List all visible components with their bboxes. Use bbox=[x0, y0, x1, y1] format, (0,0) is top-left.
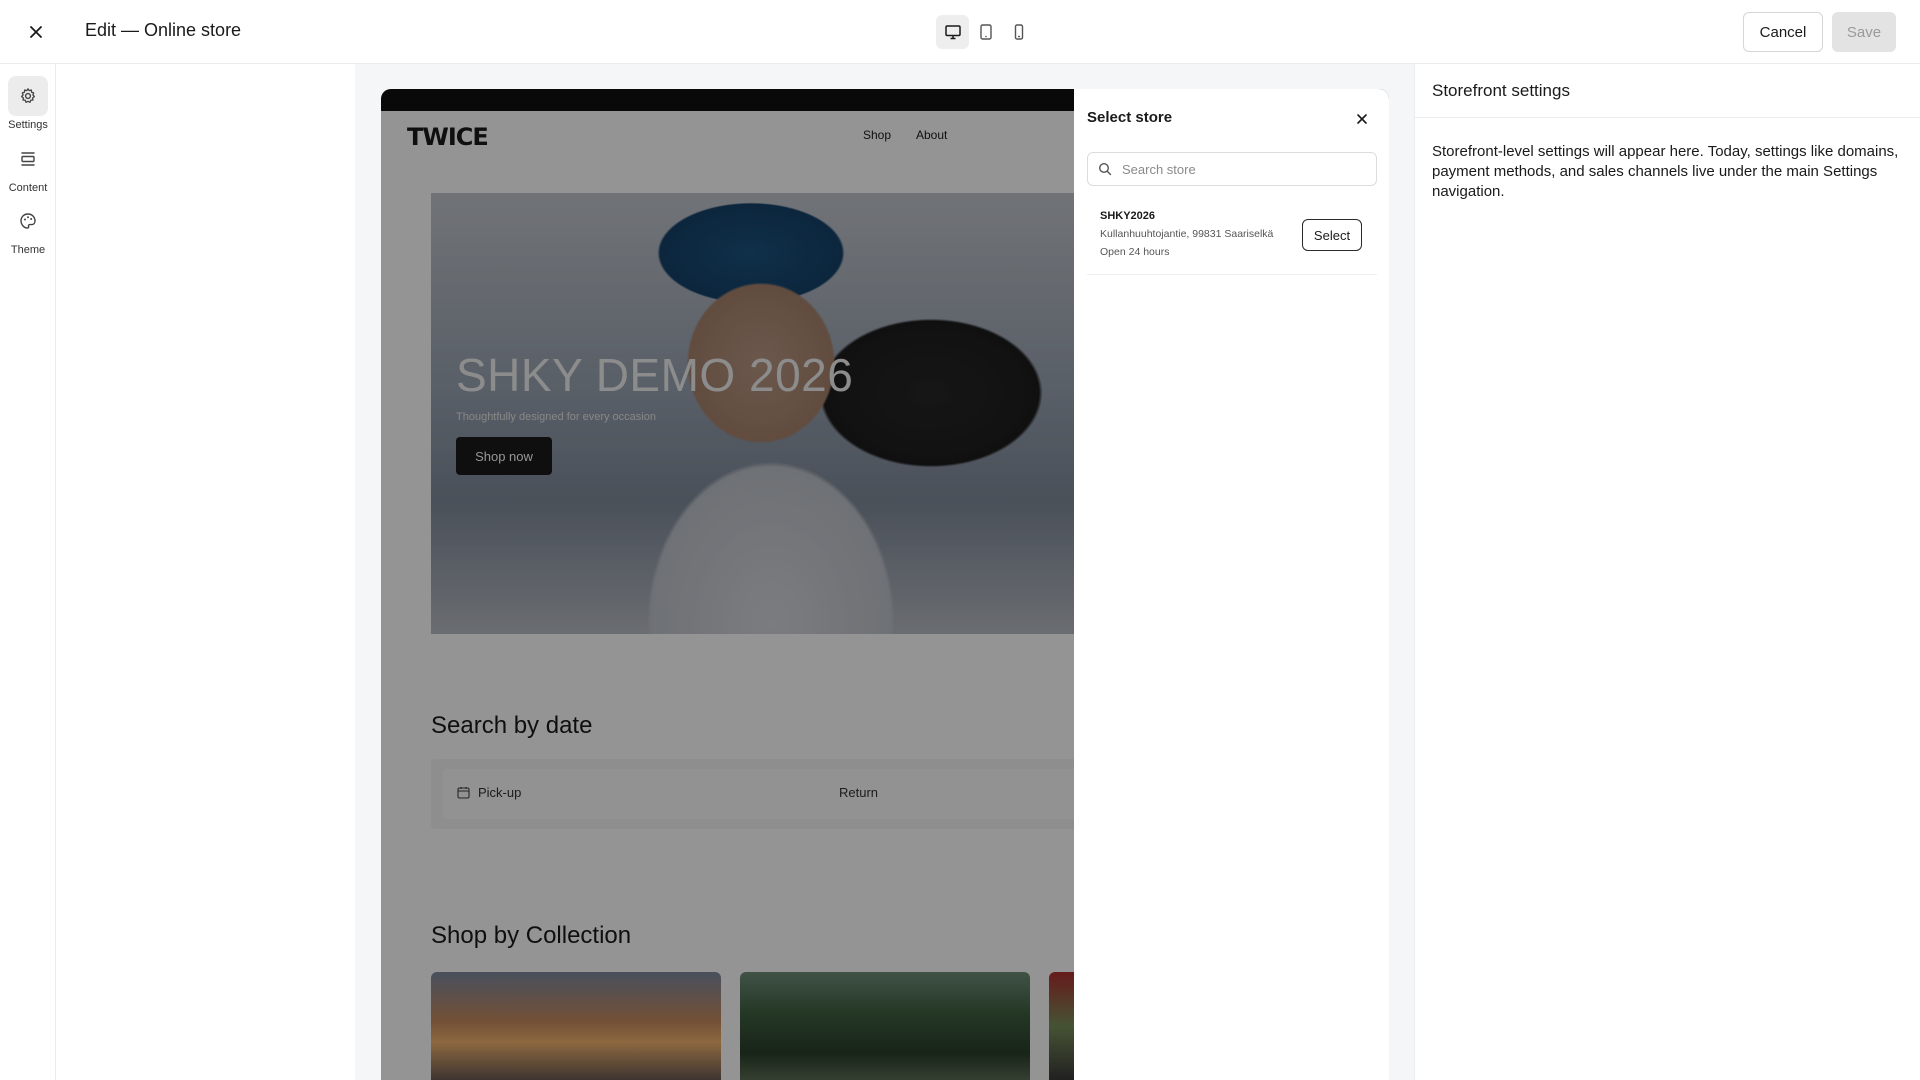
left-sidebar: Settings Content Theme bbox=[0, 64, 56, 1080]
device-switcher bbox=[936, 15, 1035, 49]
tablet-view-button[interactable] bbox=[969, 15, 1002, 49]
panel-description: Storefront-level settings will appear he… bbox=[1432, 143, 1899, 200]
mobile-icon bbox=[1014, 24, 1023, 40]
search-store-input[interactable] bbox=[1120, 154, 1370, 184]
store-list-item[interactable]: SHKY2026 Kullanhuuhtojantie, 99831 Saari… bbox=[1087, 201, 1377, 275]
search-store-box bbox=[1087, 152, 1377, 186]
sidebar-icon-wrap bbox=[8, 76, 48, 116]
search-icon bbox=[1098, 162, 1112, 176]
settings-panel: Storefront settings Storefront-level set… bbox=[1414, 64, 1920, 1080]
desktop-view-button[interactable] bbox=[936, 15, 969, 49]
panel-title: Storefront settings bbox=[1432, 81, 1570, 100]
desktop-icon bbox=[944, 25, 961, 40]
sidebar-icon-wrap bbox=[8, 201, 48, 241]
page-title: Edit — Online store bbox=[85, 20, 242, 40]
mobile-view-button[interactable] bbox=[1002, 15, 1035, 49]
close-icon bbox=[30, 26, 42, 38]
gear-icon bbox=[20, 88, 36, 103]
close-editor-button[interactable] bbox=[22, 18, 50, 46]
sidebar-item-label: Theme bbox=[10, 244, 46, 256]
store-address: Kullanhuuhtojantie, 99831 Saariselkä bbox=[1100, 228, 1274, 240]
sections-icon bbox=[21, 152, 35, 166]
sidebar-item-label: Content bbox=[8, 182, 48, 194]
modal-backdrop[interactable] bbox=[381, 89, 1074, 1080]
store-name: SHKY2026 bbox=[1100, 210, 1156, 222]
close-icon bbox=[1357, 114, 1367, 124]
tablet-icon bbox=[979, 24, 992, 40]
sidebar-item-label: Settings bbox=[8, 119, 48, 131]
select-store-drawer: Select store SHKY2026 Kullanhuuhtojantie… bbox=[1074, 89, 1389, 1080]
sidebar-item-settings[interactable]: Settings bbox=[0, 76, 56, 131]
store-hours: Open 24 hours bbox=[1100, 246, 1170, 258]
drawer-title: Select store bbox=[1087, 109, 1173, 126]
drawer-close-button[interactable] bbox=[1351, 108, 1373, 130]
save-button[interactable]: Save bbox=[1832, 12, 1896, 52]
cancel-button[interactable]: Cancel bbox=[1743, 12, 1823, 52]
palette-icon bbox=[20, 213, 36, 229]
sidebar-icon-wrap bbox=[8, 139, 48, 179]
sidebar-item-theme[interactable]: Theme bbox=[0, 201, 56, 256]
divider bbox=[1415, 117, 1920, 118]
sidebar-item-content[interactable]: Content bbox=[0, 139, 56, 194]
select-store-button[interactable]: Select bbox=[1302, 219, 1362, 251]
top-bar: Edit — Online store Cancel Save bbox=[0, 0, 1920, 64]
